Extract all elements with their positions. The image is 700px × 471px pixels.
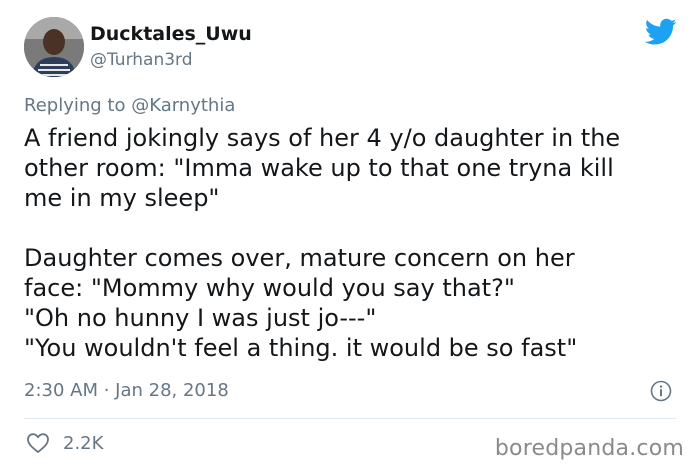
replying-to: Replying to @Karnythia xyxy=(24,95,235,116)
info-icon[interactable] xyxy=(650,380,672,402)
tweet-line: "Oh no hunny I was just jo---" xyxy=(24,304,377,332)
avatar[interactable] xyxy=(24,17,84,77)
user-handle[interactable]: @Turhan3rd xyxy=(90,50,193,70)
like-count[interactable]: 2.2K xyxy=(63,433,103,454)
avatar-image xyxy=(24,17,84,77)
tweet-timestamp[interactable]: 2:30 AM · Jan 28, 2018 xyxy=(24,380,229,401)
tweet-line: me in my sleep" xyxy=(24,184,220,212)
tweet-line: face: "Mommy why would you say that?" xyxy=(24,274,515,302)
tweet-body: A friend jokingly says of her 4 y/o daug… xyxy=(24,123,684,363)
tweet-line: Daughter comes over, mature concern on h… xyxy=(24,244,575,272)
mention-link[interactable]: @Karnythia xyxy=(131,95,235,116)
display-name[interactable]: Ducktales_Uwu xyxy=(90,23,252,45)
watermark: boredpanda.com xyxy=(494,436,684,461)
heart-icon[interactable] xyxy=(26,432,50,454)
divider xyxy=(24,418,676,419)
tweet-line: other room: "Imma wake up to that one tr… xyxy=(24,154,614,182)
replying-prefix: Replying to xyxy=(24,95,132,116)
tweet-line: A friend jokingly says of her 4 y/o daug… xyxy=(24,124,621,152)
tweet-line: "You wouldn't feel a thing. it would be … xyxy=(24,334,578,362)
twitter-bird-icon[interactable] xyxy=(645,18,677,46)
